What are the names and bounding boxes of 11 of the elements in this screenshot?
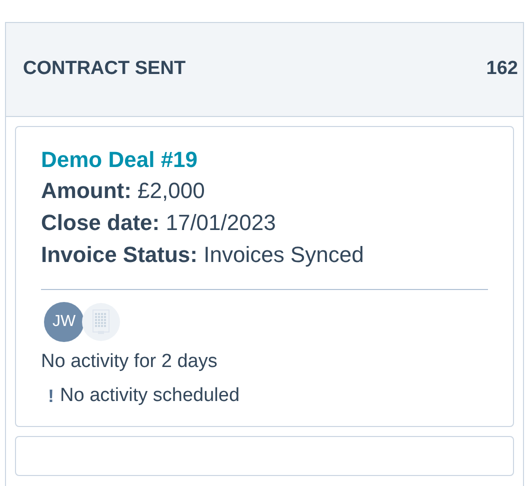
- column-title: CONTRACT SENT: [23, 57, 186, 82]
- deal-count: 162: [486, 57, 518, 82]
- deal-card[interactable]: Demo Deal #19 Amount: £2,000 Close date: 17/01/2023 Invoice Status: Invoices Synced JW No activity for 2 days ! No activity scheduled: [15, 126, 514, 427]
- deal-title[interactable]: Demo Deal #19: [41, 145, 488, 175]
- activity-warning: No activity scheduled: [60, 384, 240, 408]
- activity-status: No activity for 2 days: [41, 350, 218, 374]
- deal-property: Close date: 17/01/2023: [41, 209, 277, 237]
- deal-property: Invoice Status: Invoices Synced: [41, 241, 365, 269]
- owner-avatar[interactable]: JW: [44, 302, 84, 342]
- warning-icon: !: [48, 386, 54, 406]
- deal-property: Amount: £2,000: [41, 177, 206, 205]
